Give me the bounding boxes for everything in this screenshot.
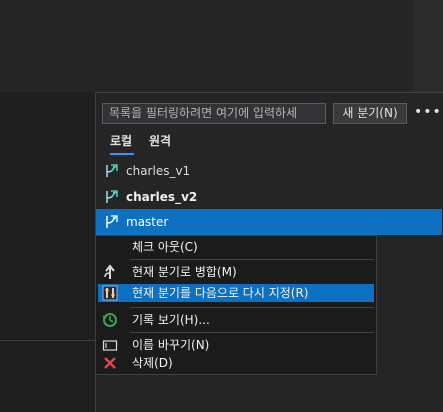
branch-label: charles_v1 (126, 164, 191, 178)
rename-icon (102, 340, 118, 351)
menu-item-rebase[interactable]: 현재 분기를 다음으로 다시 지정(R) (98, 284, 374, 302)
delete-icon (104, 357, 116, 369)
history-icon (102, 313, 117, 327)
more-options-button[interactable]: ••• (414, 103, 441, 124)
menu-separator (130, 332, 374, 333)
menu-item-rename[interactable]: 이름 바꾸기(N) (96, 336, 376, 354)
branch-filter-input[interactable]: 목록을 필터링하려면 여기에 입력하세 (102, 103, 326, 124)
menu-item-label: 이름 바꾸기(N) (132, 338, 210, 352)
branch-label: charles_v2 (126, 190, 198, 204)
branch-icon (106, 215, 118, 228)
menu-item-label: 현재 분기를 다음으로 다시 지정(R) (132, 286, 309, 300)
menu-item-label: 체크 아웃(C) (132, 240, 198, 254)
tab-remote[interactable]: 원격 (149, 132, 171, 152)
menu-item-label: 삭제(D) (132, 356, 173, 370)
bottom-panel (0, 341, 95, 412)
merge-icon (104, 264, 115, 279)
menu-item-history[interactable]: 기록 보기(H)... (96, 311, 376, 329)
branch-item-master[interactable]: master (96, 209, 442, 235)
branch-context-menu: 체크 아웃(C) 현재 분기로 병합(M) 현재 분기를 다음으로 다시 지정(… (95, 235, 377, 375)
branch-icon (106, 164, 118, 177)
branch-icon (106, 190, 118, 203)
menu-item-checkout[interactable]: 체크 아웃(C) (96, 238, 376, 256)
menu-separator (130, 259, 374, 260)
menu-separator (130, 307, 374, 308)
branch-item-charles-v2[interactable]: charles_v2 (96, 184, 442, 210)
branch-flyout: 목록을 필터링하려면 여기에 입력하세 새 분기(N) ••• 로컬 원격 ch… (95, 92, 443, 412)
rebase-icon (102, 285, 118, 301)
tab-local[interactable]: 로컬 (110, 132, 134, 155)
branch-item-charles-v1[interactable]: charles_v1 (96, 158, 442, 184)
new-branch-button[interactable]: 새 분기(N) (333, 103, 407, 124)
branch-label: master (126, 215, 169, 229)
menu-item-merge[interactable]: 현재 분기로 병합(M) (96, 263, 376, 281)
scrollbar-track[interactable] (413, 0, 443, 92)
menu-item-label: 기록 보기(H)... (132, 313, 210, 327)
menu-item-label: 현재 분기로 병합(M) (132, 265, 237, 279)
editor-area (0, 0, 413, 92)
menu-item-delete[interactable]: 삭제(D) (96, 354, 376, 372)
